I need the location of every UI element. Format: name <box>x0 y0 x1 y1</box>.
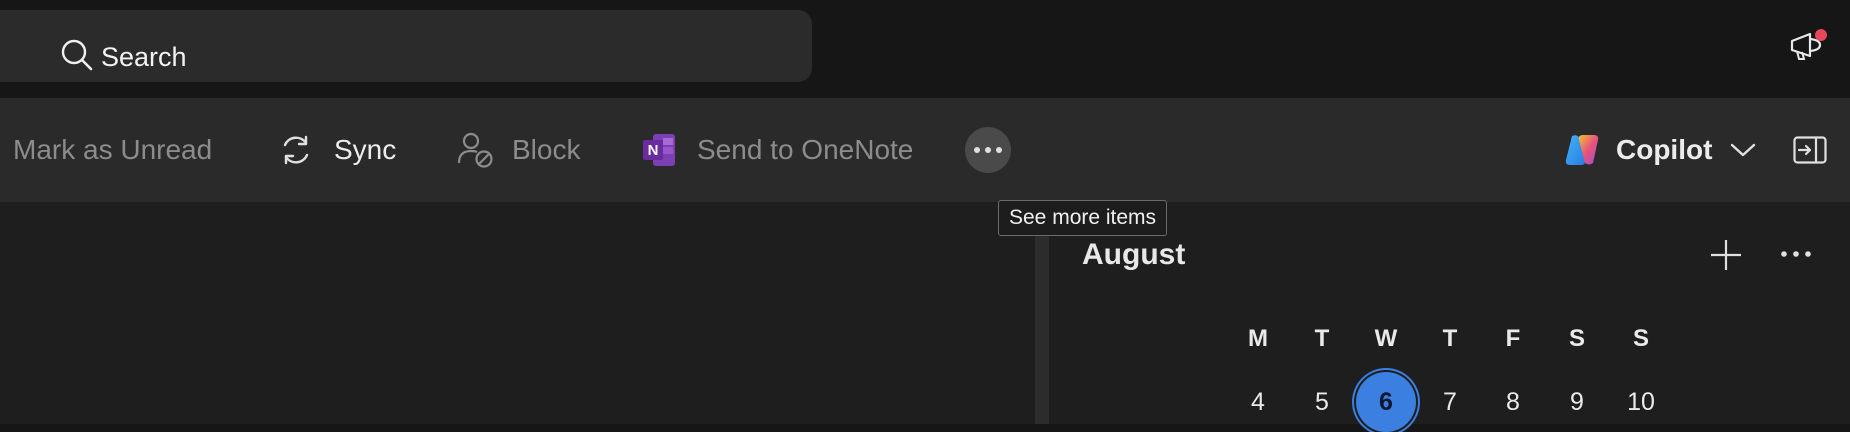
copilot-label: Copilot <box>1616 134 1713 165</box>
block-button[interactable]: Block <box>456 98 580 202</box>
calendar-day[interactable]: 9 <box>1552 388 1602 417</box>
weekday-wednesday: W <box>1374 325 1398 352</box>
calendar-month-title: August <box>1082 238 1186 271</box>
calendar-more-icon[interactable] <box>1776 244 1816 264</box>
open-pane-icon[interactable] <box>1793 136 1827 164</box>
svg-text:N: N <box>648 142 659 159</box>
copilot-button[interactable]: Copilot <box>1562 98 1756 202</box>
weekday-saturday: S <box>1568 325 1585 352</box>
chevron-down-icon <box>1731 143 1756 157</box>
onenote-icon: N <box>643 134 675 166</box>
command-ribbon: Mark as Unread Sync Block N Send to OneN… <box>0 98 1850 202</box>
mark-as-unread-label: Mark as Unread <box>13 134 213 165</box>
weekday-friday: F <box>1505 325 1521 352</box>
mark-as-unread-button[interactable]: Mark as Unread <box>13 98 212 202</box>
see-more-items-tooltip: See more items <box>998 200 1168 236</box>
calendar-day[interactable]: 10 <box>1616 388 1666 417</box>
sync-icon <box>283 135 309 165</box>
calendar-day[interactable]: 8 <box>1488 388 1538 417</box>
megaphone-icon[interactable] <box>1788 26 1828 66</box>
block-label: Block <box>512 134 581 165</box>
send-to-onenote-label: Send to OneNote <box>697 134 914 165</box>
weekday-thursday: T <box>1442 325 1458 352</box>
send-to-onenote-button[interactable]: N Send to OneNote <box>641 98 913 202</box>
search-icon <box>61 39 93 71</box>
calendar-day[interactable]: 5 <box>1297 388 1347 417</box>
more-horizontal-icon <box>974 147 1002 153</box>
sync-button[interactable]: Sync <box>278 98 396 202</box>
calendar-day[interactable]: 7 <box>1425 388 1475 417</box>
reading-pane <box>0 202 1035 424</box>
see-more-items-button[interactable] <box>965 127 1011 173</box>
top-bar: Search <box>0 0 1850 98</box>
search-placeholder[interactable]: Search <box>101 40 187 74</box>
calendar-day[interactable]: 4 <box>1233 388 1283 417</box>
weekday-sunday: S <box>1632 325 1649 352</box>
weekday-monday: M <box>1248 325 1268 352</box>
calendar-day-today[interactable]: 6 <box>1361 388 1411 417</box>
sync-label: Sync <box>334 134 397 165</box>
add-icon[interactable] <box>1708 237 1744 273</box>
weekday-tuesday: T <box>1314 325 1330 352</box>
block-user-icon <box>457 132 493 168</box>
copilot-icon <box>1565 135 1599 165</box>
search-box[interactable]: Search <box>0 10 812 82</box>
notification-badge <box>1815 29 1827 41</box>
